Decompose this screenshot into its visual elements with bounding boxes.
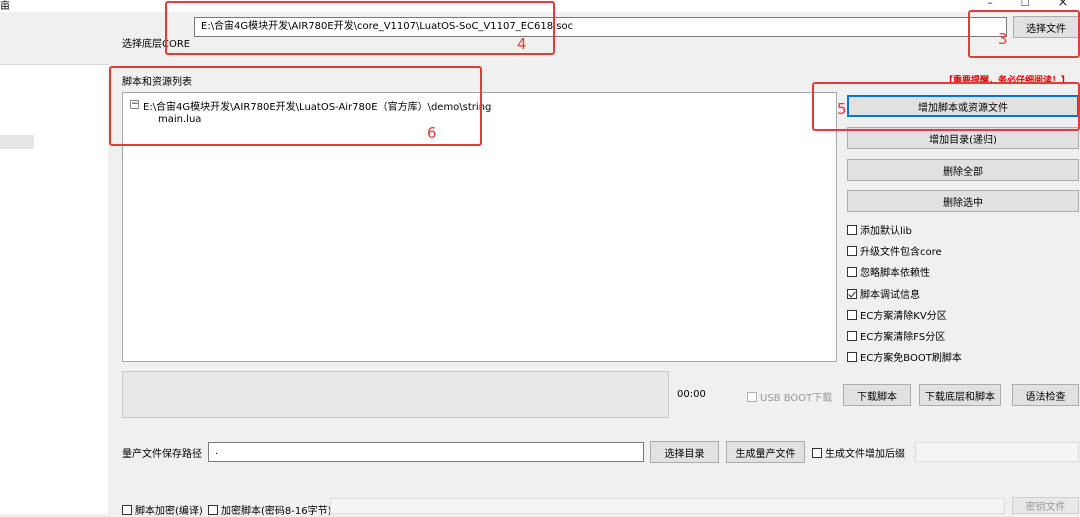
option-clear-kv[interactable]: EC方案清除KV分区 (847, 307, 947, 322)
production-path-label: 量产文件保存路径 (122, 449, 202, 460)
checkbox-icon[interactable] (847, 224, 857, 235)
checkbox-icon[interactable] (208, 504, 218, 515)
checkbox-icon[interactable] (847, 266, 857, 277)
add-suffix-option[interactable]: 生成文件增加后缀 (812, 445, 905, 460)
option-debug-info[interactable]: 脚本调试信息 (847, 286, 920, 301)
annotation-number-6: 6 (427, 124, 437, 142)
syntax-check-button[interactable]: 语法检查 (1012, 384, 1079, 406)
option-ignore-deps[interactable]: 忽略脚本依赖性 (847, 264, 930, 279)
elapsed-timer: 00:00 (677, 389, 706, 400)
checkbox-icon[interactable] (847, 351, 857, 362)
download-core-script-button[interactable]: 下载底层和脚本 (919, 384, 1001, 406)
production-path-input[interactable]: . (208, 442, 644, 462)
window-title: 亩 (0, 1, 10, 12)
left-pane-divider (0, 64, 108, 65)
annotation-number-5: 5 (837, 100, 847, 118)
checkbox-icon[interactable] (122, 504, 132, 515)
generate-production-file-button[interactable]: 生成量产文件 (726, 441, 805, 463)
delete-all-button[interactable]: 删除全部 (847, 159, 1079, 181)
key-file-button: 密钥文件 (1012, 497, 1079, 514)
checkbox-icon[interactable] (847, 330, 857, 341)
option-no-boot-flash[interactable]: EC方案免BOOT刷脚本 (847, 349, 962, 364)
checkbox-icon[interactable] (847, 245, 857, 256)
checkbox-checked-icon[interactable] (847, 288, 857, 299)
annotation-box-3 (968, 10, 1080, 58)
checkbox-icon[interactable] (812, 447, 822, 458)
annotation-number-3: 3 (998, 30, 1008, 48)
select-directory-button[interactable]: 选择目录 (650, 441, 719, 463)
option-clear-fs[interactable]: EC方案清除FS分区 (847, 328, 945, 343)
option-include-core[interactable]: 升级文件包含core (847, 243, 942, 258)
download-script-button[interactable]: 下载脚本 (843, 384, 911, 406)
annotation-box-5 (812, 82, 1080, 131)
close-button[interactable]: × (1048, 0, 1078, 10)
checkbox-icon[interactable] (847, 309, 857, 320)
left-pane-selected-item[interactable] (0, 135, 34, 149)
key-input (330, 498, 1005, 514)
encrypt-compile-option[interactable]: 脚本加密(编译) (122, 502, 203, 517)
option-add-default-lib[interactable]: 添加默认lib (847, 222, 912, 237)
maximize-button[interactable]: □ (1010, 0, 1040, 10)
left-pane (0, 12, 108, 514)
annotation-box-4 (165, 1, 555, 55)
checkbox-icon (747, 391, 757, 402)
left-pane-header (0, 12, 108, 64)
encrypt-key-option[interactable]: 加密脚本(密码8-16字节) (208, 502, 332, 517)
delete-selected-button[interactable]: 删除选中 (847, 190, 1079, 212)
usb-boot-option: USB BOOT下载 (747, 389, 832, 404)
progress-log-area (122, 371, 669, 418)
suffix-input (915, 442, 1079, 462)
annotation-number-4: 4 (517, 35, 527, 53)
minimize-button[interactable]: – (975, 0, 1005, 10)
